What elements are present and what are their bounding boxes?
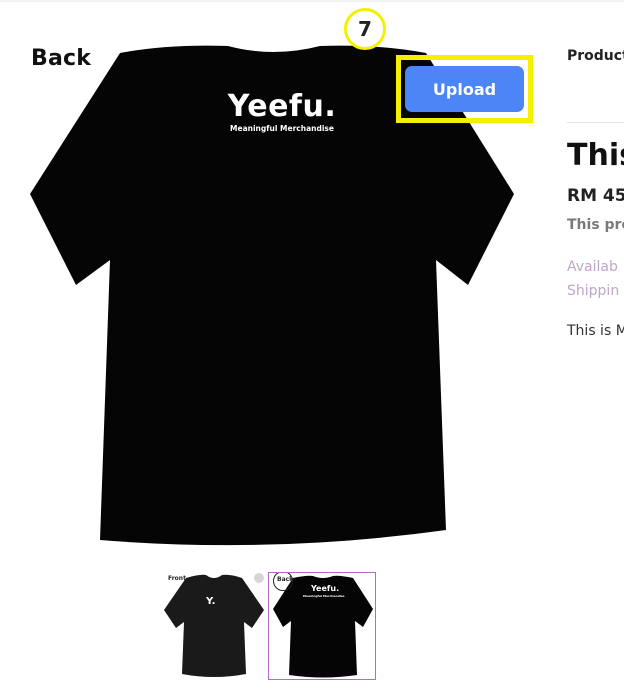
thumbnail-back-tagline: Meaningful Merchandise: [303, 594, 345, 598]
thumbnail-back[interactable]: Back Yeefu. Meaningful Merchandise: [268, 572, 376, 680]
product-price: RM 45: [567, 186, 624, 206]
shipping-text: Shippin: [567, 283, 620, 299]
shirt-brand-print: Yeefu. Meaningful Merchandise: [222, 90, 342, 134]
product-description: This is M: [567, 323, 624, 339]
brand-tagline: Meaningful Merchandise: [230, 124, 334, 133]
thumbnail-front-print: Y.: [206, 596, 216, 607]
details-divider: [567, 122, 624, 123]
annotation-step-marker: 7: [344, 8, 386, 50]
thumbnail-back-print: Yeefu.: [311, 584, 340, 593]
thumbnail-back-label: Back: [277, 576, 294, 583]
view-label: Back: [31, 46, 92, 71]
brand-name: Yeefu.: [227, 89, 337, 124]
thumbnail-indicator-dot: [254, 573, 264, 583]
product-title: This: [567, 138, 624, 173]
upload-button[interactable]: Upload: [405, 66, 524, 112]
thumbnail-front[interactable]: Front Y.: [160, 572, 268, 680]
product-breadcrumb-link[interactable]: Product: [567, 48, 624, 64]
thumbnail-front-label: Front: [168, 575, 186, 582]
availability-text: Availab: [567, 259, 618, 275]
top-border: [0, 0, 624, 2]
annotation-step-number: 7: [358, 17, 372, 41]
product-note: This pro: [567, 217, 624, 233]
tshirt-front-thumbnail: [164, 574, 264, 677]
